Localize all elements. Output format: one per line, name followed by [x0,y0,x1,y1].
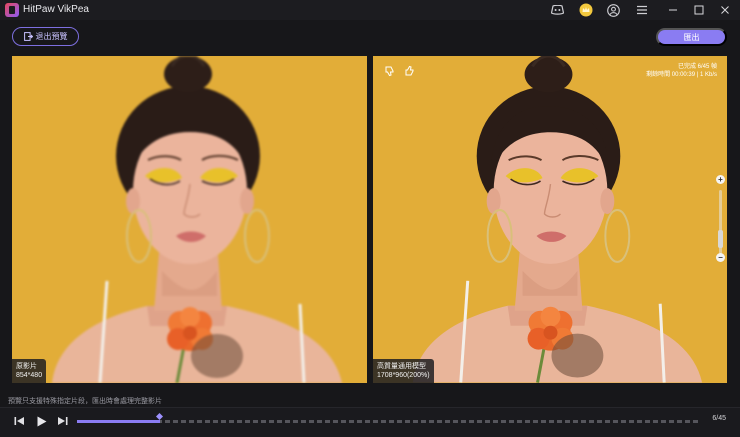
zoom-in-button[interactable]: + [716,175,725,184]
exit-preview-label: 退出預覽 [35,32,68,41]
menu-icon[interactable] [635,3,649,17]
enhanced-resolution: 1708*960(200%) [377,372,430,379]
app-window: HitPaw VikPea 退出預覽 匯出 原影片 854*480 已完成 6/… [0,0,740,437]
original-video-pane: 原影片 854*480 [12,56,367,383]
zoom-slider-thumb[interactable] [718,230,723,248]
discord-icon[interactable] [550,3,564,17]
premium-crown-icon[interactable] [579,3,593,17]
enhanced-caption: 高質量通用模型 1708*960(200%) [373,359,434,383]
frame-counter: 6/45 [712,415,726,422]
app-title: HitPaw VikPea [23,4,89,15]
model-label: 高質量通用模型 [377,363,426,370]
original-label: 原影片 [16,363,37,370]
feedback-tools [383,64,417,78]
previous-frame-button[interactable] [12,414,26,428]
time-remaining: 剩餘時間 00:00:39 | 1 Kb/s [646,72,717,78]
app-logo-icon [5,3,19,17]
original-video-frame [12,56,367,383]
export-button[interactable]: 匯出 [656,28,727,46]
enhanced-video-frame [373,56,727,383]
enhanced-video-pane: 已完成 6/45 幀 剩餘時間 00:00:39 | 1 Kb/s 高質量通用模… [373,56,727,383]
playhead-handle[interactable] [156,413,164,420]
exit-icon [23,32,33,41]
exit-preview-button[interactable]: 退出預覽 [12,27,79,46]
preview-hint: 預覽只支援特殊指定片段，匯出時會處理完整影片 [8,398,162,405]
original-resolution: 854*480 [16,372,43,379]
play-button[interactable] [34,414,48,428]
timeline-progress [77,420,160,423]
zoom-out-button[interactable]: − [716,253,725,262]
frames-completed: 已完成 6/45 幀 [677,64,717,70]
timeline-track[interactable] [77,420,699,423]
minimize-button[interactable] [660,0,686,20]
thumbs-down-icon[interactable] [383,64,397,78]
maximize-button[interactable] [686,0,712,20]
close-button[interactable] [712,0,738,20]
next-frame-button[interactable] [55,414,69,428]
original-caption: 原影片 854*480 [12,359,47,383]
processing-progress: 已完成 6/45 幀 剩餘時間 00:00:39 | 1 Kb/s [646,63,717,79]
thumbs-up-icon[interactable] [403,64,417,78]
account-icon[interactable] [606,3,620,17]
title-bar: HitPaw VikPea [0,0,740,20]
